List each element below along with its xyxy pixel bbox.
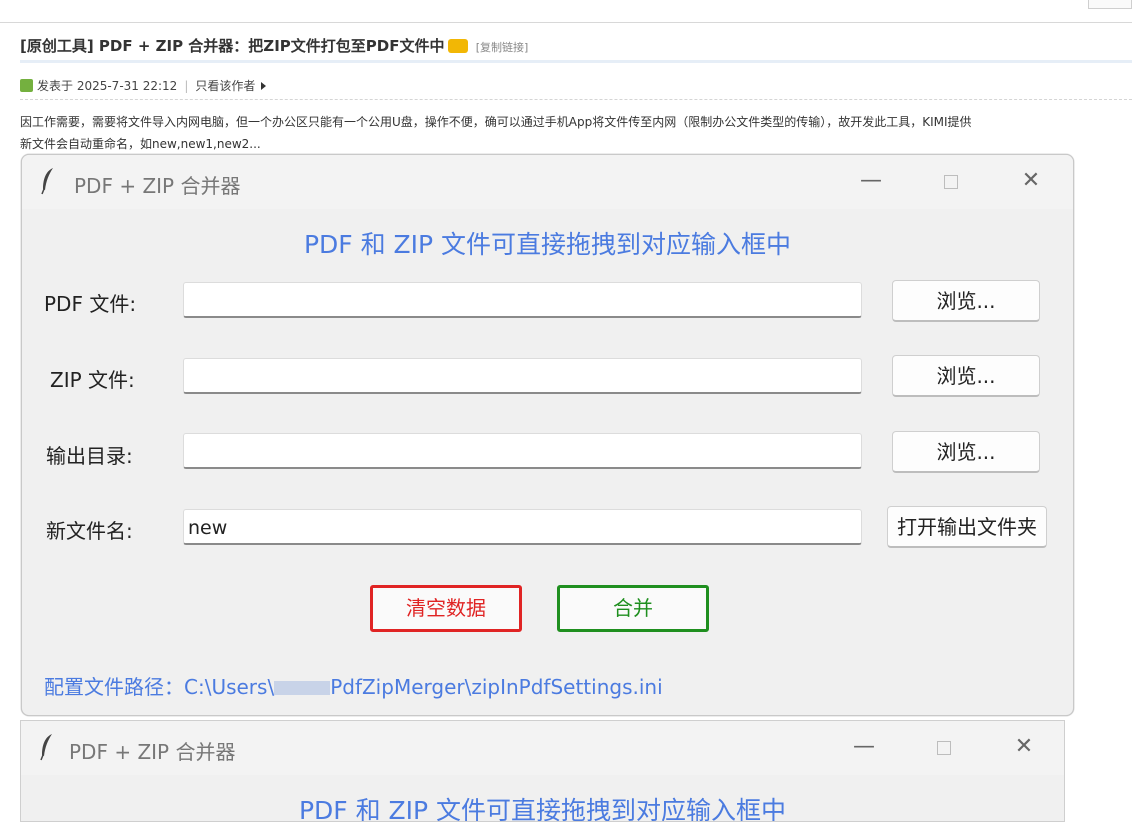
config-path-prefix: 配置文件路径：C:\Users\ (44, 675, 275, 699)
post-body-line-1: 因工作需要，需要将文件导入内网电脑，但一个办公区只能有一个公用U盘，操作不便，确… (20, 115, 972, 129)
redacted-username (274, 681, 331, 695)
close-button[interactable]: ✕ (1009, 733, 1039, 761)
zip-file-label: ZIP 文件: (50, 368, 135, 392)
output-dir-label: 输出目录: (46, 444, 133, 468)
copy-link[interactable]: [复制链接] (476, 41, 529, 54)
new-filename-label: 新文件名: (46, 519, 133, 543)
meta-divider (20, 99, 1132, 100)
maximize-icon (944, 175, 958, 189)
config-path: 配置文件路径：C:\Users\ PdfZipMerger\zipInPdfSet… (44, 671, 663, 700)
post-body-line-2: 新文件会自动重命名，如new,new1,new2... (20, 137, 261, 151)
window2-title: PDF + ZIP 合并器 (69, 740, 236, 764)
browse-output-button[interactable]: 浏览... (892, 431, 1040, 473)
author-icon (20, 79, 33, 92)
forum-top-bar (0, 0, 1132, 23)
maximize-button[interactable] (929, 733, 959, 761)
feather-icon (40, 734, 52, 761)
post-title-text: [原创工具] PDF + ZIP 合并器：把ZIP文件打包至PDF文件中 (20, 37, 445, 55)
meta-separator: | (184, 79, 189, 93)
original-badge-icon (448, 39, 469, 53)
open-output-folder-button[interactable]: 打开输出文件夹 (887, 506, 1047, 548)
drag-hint-heading: PDF 和 ZIP 文件可直接拖拽到对应输入框中 (303, 230, 792, 259)
browse-pdf-button[interactable]: 浏览... (892, 280, 1040, 322)
pdf-file-label: PDF 文件: (44, 292, 137, 316)
minimize-button[interactable]: — (856, 167, 886, 195)
pdf-file-input[interactable] (183, 282, 862, 318)
author-only-link[interactable]: 只看该作者 (195, 79, 255, 93)
reply-button[interactable] (1088, 0, 1132, 9)
title-divider (20, 60, 1132, 63)
post-time: 发表于 2025-7-31 22:12 (37, 79, 178, 93)
app-window: PDF + ZIP 合并器 — ✕ PDF 和 ZIP 文件可直接拖拽到对应输入… (21, 154, 1074, 716)
zip-file-input[interactable] (183, 358, 862, 394)
post-meta: 发表于 2025-7-31 22:12 | 只看该作者 (20, 77, 267, 94)
output-dir-input[interactable] (183, 433, 862, 469)
feather-icon (41, 168, 53, 195)
browse-zip-button[interactable]: 浏览... (892, 355, 1040, 397)
window-title: PDF + ZIP 合并器 (74, 174, 241, 198)
post-title: [原创工具] PDF + ZIP 合并器：把ZIP文件打包至PDF文件中 [复制… (20, 35, 528, 56)
window-titlebar[interactable]: PDF + ZIP 合并器 — ✕ (22, 155, 1073, 209)
maximize-icon (937, 741, 951, 755)
window2-titlebar[interactable]: PDF + ZIP 合并器 — ✕ (21, 721, 1064, 775)
config-path-suffix: PdfZipMerger\zipInPdfSettings.ini (330, 675, 663, 699)
new-filename-input[interactable]: new (183, 509, 862, 545)
merge-button[interactable]: 合并 (557, 585, 709, 632)
minimize-button[interactable]: — (849, 733, 879, 761)
close-button[interactable]: ✕ (1016, 167, 1046, 195)
caret-right-icon (261, 82, 267, 90)
maximize-button[interactable] (936, 167, 966, 195)
clear-data-button[interactable]: 清空数据 (370, 585, 522, 632)
